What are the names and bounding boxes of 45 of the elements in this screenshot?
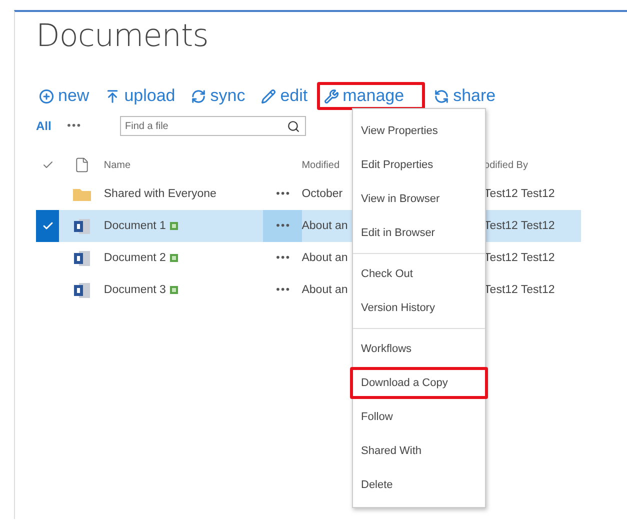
file-name[interactable]: Document 2 bbox=[104, 252, 263, 264]
file-name[interactable]: Document 1 bbox=[104, 220, 263, 232]
table-cell: About an bbox=[302, 252, 348, 264]
document-icon bbox=[72, 217, 91, 235]
table-cell: About an bbox=[302, 284, 348, 296]
table-cell: Test12 Test12 bbox=[484, 220, 555, 232]
file-name[interactable]: Shared with Everyone bbox=[104, 188, 263, 200]
upload-arrow-icon bbox=[105, 88, 120, 104]
menu-item[interactable]: Download a Copy bbox=[350, 367, 488, 399]
more-button[interactable]: ••• bbox=[66, 120, 120, 132]
row-selector[interactable] bbox=[36, 210, 60, 242]
document-icon bbox=[72, 281, 91, 299]
search-field[interactable]: Find a file bbox=[120, 116, 306, 136]
document-icon bbox=[72, 249, 91, 267]
table-cell: October bbox=[302, 188, 343, 200]
menu-item[interactable]: View Properties bbox=[350, 115, 488, 147]
folder-icon bbox=[72, 187, 91, 201]
check-icon[interactable] bbox=[42, 220, 54, 232]
circular-arrows-icon bbox=[434, 88, 450, 104]
column-header[interactable]: Name bbox=[104, 160, 302, 170]
menu-item[interactable]: Follow bbox=[350, 401, 488, 433]
file-icon bbox=[74, 157, 90, 173]
toolbar-button[interactable]: edit bbox=[254, 82, 315, 110]
file-name[interactable]: Document 3 bbox=[104, 284, 263, 296]
table-cell: Test12 Test12 bbox=[484, 188, 555, 200]
table-cell: Test12 Test12 bbox=[484, 252, 555, 264]
more-button[interactable]: ••• bbox=[262, 178, 302, 210]
toolbar-button[interactable]: upload bbox=[98, 82, 182, 110]
menu-item[interactable]: Shared With bbox=[350, 435, 488, 467]
table-cell: About an bbox=[302, 220, 348, 232]
check-icon bbox=[42, 159, 54, 171]
toolbar-button[interactable]: share bbox=[427, 82, 503, 110]
view-link[interactable]: All bbox=[36, 119, 66, 133]
menu-item[interactable]: Workflows bbox=[350, 333, 488, 365]
more-button[interactable]: ••• bbox=[262, 274, 302, 306]
plus-circle-icon bbox=[39, 88, 54, 104]
menu-item[interactable]: Delete bbox=[350, 469, 488, 501]
page-title: Documents bbox=[36, 18, 210, 54]
more-button[interactable]: ••• bbox=[262, 242, 302, 274]
pencil-icon bbox=[261, 88, 276, 104]
more-button[interactable]: ••• bbox=[262, 210, 302, 242]
toolbar-button[interactable]: new bbox=[32, 82, 96, 110]
wrench-icon bbox=[324, 88, 339, 104]
toolbar-button[interactable]: sync bbox=[184, 82, 252, 110]
sync-icon bbox=[191, 88, 206, 104]
